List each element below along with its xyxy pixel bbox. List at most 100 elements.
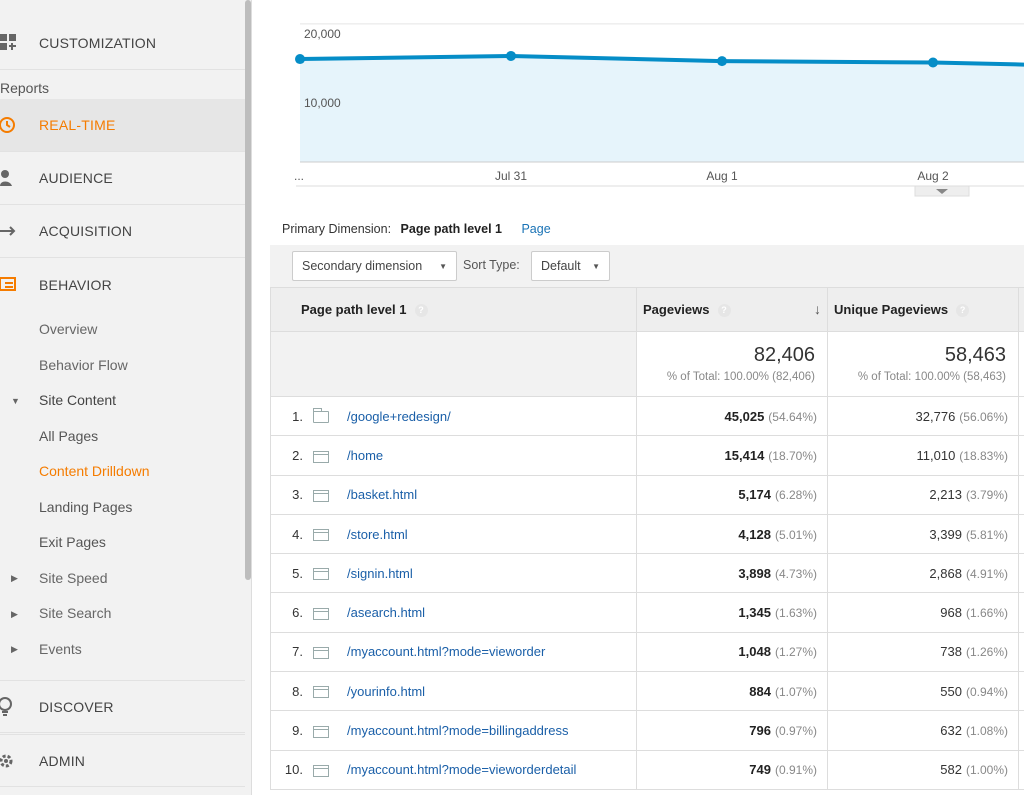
pageviews-value: 884 bbox=[749, 683, 771, 699]
nav-behavior[interactable]: BEHAVIOR bbox=[0, 258, 245, 311]
page-path-link[interactable]: /myaccount.html?mode=vieworderdetail bbox=[347, 762, 576, 777]
page-path-link[interactable]: /signin.html bbox=[347, 566, 413, 581]
total-pageviews-sub: % of Total: 100.00% (82,406) bbox=[666, 371, 815, 383]
totals-pageviews-cell: 82,406 % of Total: 100.00% (82,406) bbox=[636, 331, 828, 397]
dashboard-icon bbox=[0, 33, 18, 53]
unique-pageviews-value: 738 bbox=[940, 644, 962, 660]
page-icon[interactable] bbox=[313, 646, 329, 659]
page-icon[interactable] bbox=[313, 607, 329, 620]
sidebar: CUSTOMIZATION Reports REAL-TIME AUDIENCE… bbox=[0, 0, 252, 795]
nav-acquisition[interactable]: ACQUISITION bbox=[0, 205, 245, 258]
col-header-path[interactable]: Page path level 1? bbox=[270, 287, 637, 332]
nav-content-drilldown[interactable]: Content Drilldown bbox=[39, 463, 150, 479]
table-row: 3./basket.html 5,174 (6.28%) 2,213 (3.79%) bbox=[270, 474, 1024, 515]
col-header-unique-pageviews[interactable]: Unique Pageviews? bbox=[827, 287, 1019, 332]
data-point[interactable] bbox=[295, 54, 305, 65]
unique-pageviews-value: 32,776 bbox=[915, 408, 956, 424]
table-row: 9. /myaccount.html?mode=billingaddress 796… bbox=[270, 710, 1024, 751]
unique-pageviews-cell: 2,213 (3.79%) bbox=[827, 474, 1019, 515]
help-icon[interactable]: ? bbox=[414, 304, 428, 318]
data-point[interactable] bbox=[717, 56, 727, 67]
page-path-link[interactable]: /myaccount.html?mode=billingaddress bbox=[347, 723, 568, 738]
page-icon[interactable] bbox=[313, 450, 329, 463]
pageviews-value: 3,898 bbox=[738, 565, 771, 581]
page-path-link[interactable]: /basket.html bbox=[347, 487, 417, 502]
unique-pageviews-cell: 3,399 (5.81%) bbox=[827, 513, 1019, 555]
row-index: 6. bbox=[292, 605, 303, 621]
page-icon[interactable] bbox=[313, 686, 329, 699]
help-icon[interactable]: ? bbox=[717, 304, 731, 318]
secondary-dimension-label: Secondary dimension bbox=[302, 259, 423, 273]
col-header-pageviews[interactable]: Pageviews? ↓ bbox=[636, 287, 828, 332]
page-icon[interactable] bbox=[313, 568, 329, 581]
nav-all-pages[interactable]: All Pages bbox=[39, 428, 98, 444]
nav-discover[interactable]: DISCOVER bbox=[0, 680, 245, 733]
behavior-icon bbox=[0, 274, 18, 294]
nav-label: REAL-TIME bbox=[39, 117, 116, 133]
path-cell: 8. /yourinfo.html bbox=[270, 671, 637, 712]
unique-pageviews-percent: (1.26%) bbox=[965, 645, 1008, 660]
person-icon bbox=[0, 168, 18, 188]
help-icon[interactable]: ? bbox=[956, 304, 970, 318]
page-icon[interactable] bbox=[313, 725, 329, 738]
pageviews-percent: (5.01%) bbox=[774, 527, 817, 542]
pageviews-value: 1,345 bbox=[738, 605, 771, 621]
unique-pageviews-percent: (1.08%) bbox=[965, 724, 1008, 739]
path-cell: 3. /basket.html bbox=[270, 474, 637, 515]
unique-pageviews-percent: (18.83%) bbox=[959, 448, 1008, 463]
page-path-link[interactable]: /asearch.html bbox=[347, 605, 425, 620]
unique-pageviews-value: 582 bbox=[940, 762, 962, 778]
page-path-link[interactable]: /yourinfo.html bbox=[347, 684, 425, 699]
nav-landing-pages[interactable]: Landing Pages bbox=[39, 499, 132, 515]
page-icon[interactable] bbox=[313, 489, 329, 502]
sort-arrow-icon[interactable]: ↓ bbox=[814, 301, 821, 317]
row-index: 5. bbox=[292, 565, 303, 581]
nav-behavior-flow[interactable]: Behavior Flow bbox=[39, 357, 128, 373]
nav-site-search[interactable]: Site Search bbox=[39, 605, 111, 621]
nav-overview[interactable]: Overview bbox=[39, 321, 97, 337]
row-index: 1. bbox=[292, 408, 303, 424]
unique-pageviews-cell: 738 (1.26%) bbox=[827, 631, 1019, 673]
pageviews-percent: (54.64%) bbox=[768, 409, 817, 424]
sort-type-dropdown[interactable]: Default ▼ bbox=[531, 251, 610, 281]
pageviews-percent: (6.28%) bbox=[774, 488, 817, 503]
lightbulb-icon bbox=[0, 697, 18, 717]
page-path-link[interactable]: /myaccount.html?mode=vieworder bbox=[347, 644, 545, 659]
primary-dimension-page-link[interactable]: Page bbox=[521, 222, 550, 236]
nav-realtime[interactable]: REAL-TIME bbox=[0, 99, 245, 152]
unique-pageviews-cell: 968 (1.66%) bbox=[827, 592, 1019, 633]
page-path-link[interactable]: /store.html bbox=[347, 527, 408, 542]
table-row: 10. /myaccount.html?mode=vieworderdetail 7… bbox=[270, 749, 1024, 790]
nav-customization[interactable]: CUSTOMIZATION bbox=[0, 17, 245, 70]
data-point[interactable] bbox=[506, 50, 516, 61]
unique-pageviews-value: 2,213 bbox=[929, 487, 962, 503]
page-icon[interactable] bbox=[313, 529, 329, 542]
nav-label: BEHAVIOR bbox=[39, 276, 112, 293]
page-icon[interactable] bbox=[313, 764, 329, 777]
nav-label: ACQUISITION bbox=[39, 223, 133, 239]
unique-pageviews-percent: (4.91%) bbox=[965, 566, 1008, 581]
page-path-link[interactable]: /home bbox=[347, 448, 383, 463]
nav-audience[interactable]: AUDIENCE bbox=[0, 152, 245, 205]
extra-cell bbox=[1018, 474, 1024, 515]
secondary-dimension-dropdown[interactable]: Secondary dimension ▼ bbox=[292, 251, 457, 281]
folder-icon[interactable] bbox=[313, 408, 329, 424]
nav-site-speed[interactable]: Site Speed bbox=[39, 570, 108, 586]
x-tick-label: ... bbox=[294, 169, 304, 183]
pageviews-percent: (1.63%) bbox=[774, 606, 817, 621]
nav-site-content[interactable]: Site Content bbox=[39, 392, 116, 408]
total-unique-sub: % of Total: 100.00% (58,463) bbox=[857, 371, 1006, 383]
page-path-link[interactable]: /google+redesign/ bbox=[347, 409, 451, 424]
unique-pageviews-value: 632 bbox=[940, 723, 962, 739]
data-point[interactable] bbox=[928, 57, 938, 68]
sidebar-scrollbar[interactable] bbox=[245, 0, 251, 580]
nav-label: CUSTOMIZATION bbox=[39, 35, 157, 51]
pageviews-value: 5,174 bbox=[738, 487, 771, 503]
nav-exit-pages[interactable]: Exit Pages bbox=[39, 534, 106, 550]
pageviews-value: 45,025 bbox=[724, 408, 765, 424]
totals-row: 82,406 % of Total: 100.00% (82,406) 58,4… bbox=[270, 331, 1024, 397]
extra-cell bbox=[1018, 553, 1024, 594]
nav-admin[interactable]: ADMIN bbox=[0, 734, 245, 787]
nav-events[interactable]: Events bbox=[39, 641, 82, 657]
pageviews-percent: (1.27%) bbox=[774, 645, 817, 660]
